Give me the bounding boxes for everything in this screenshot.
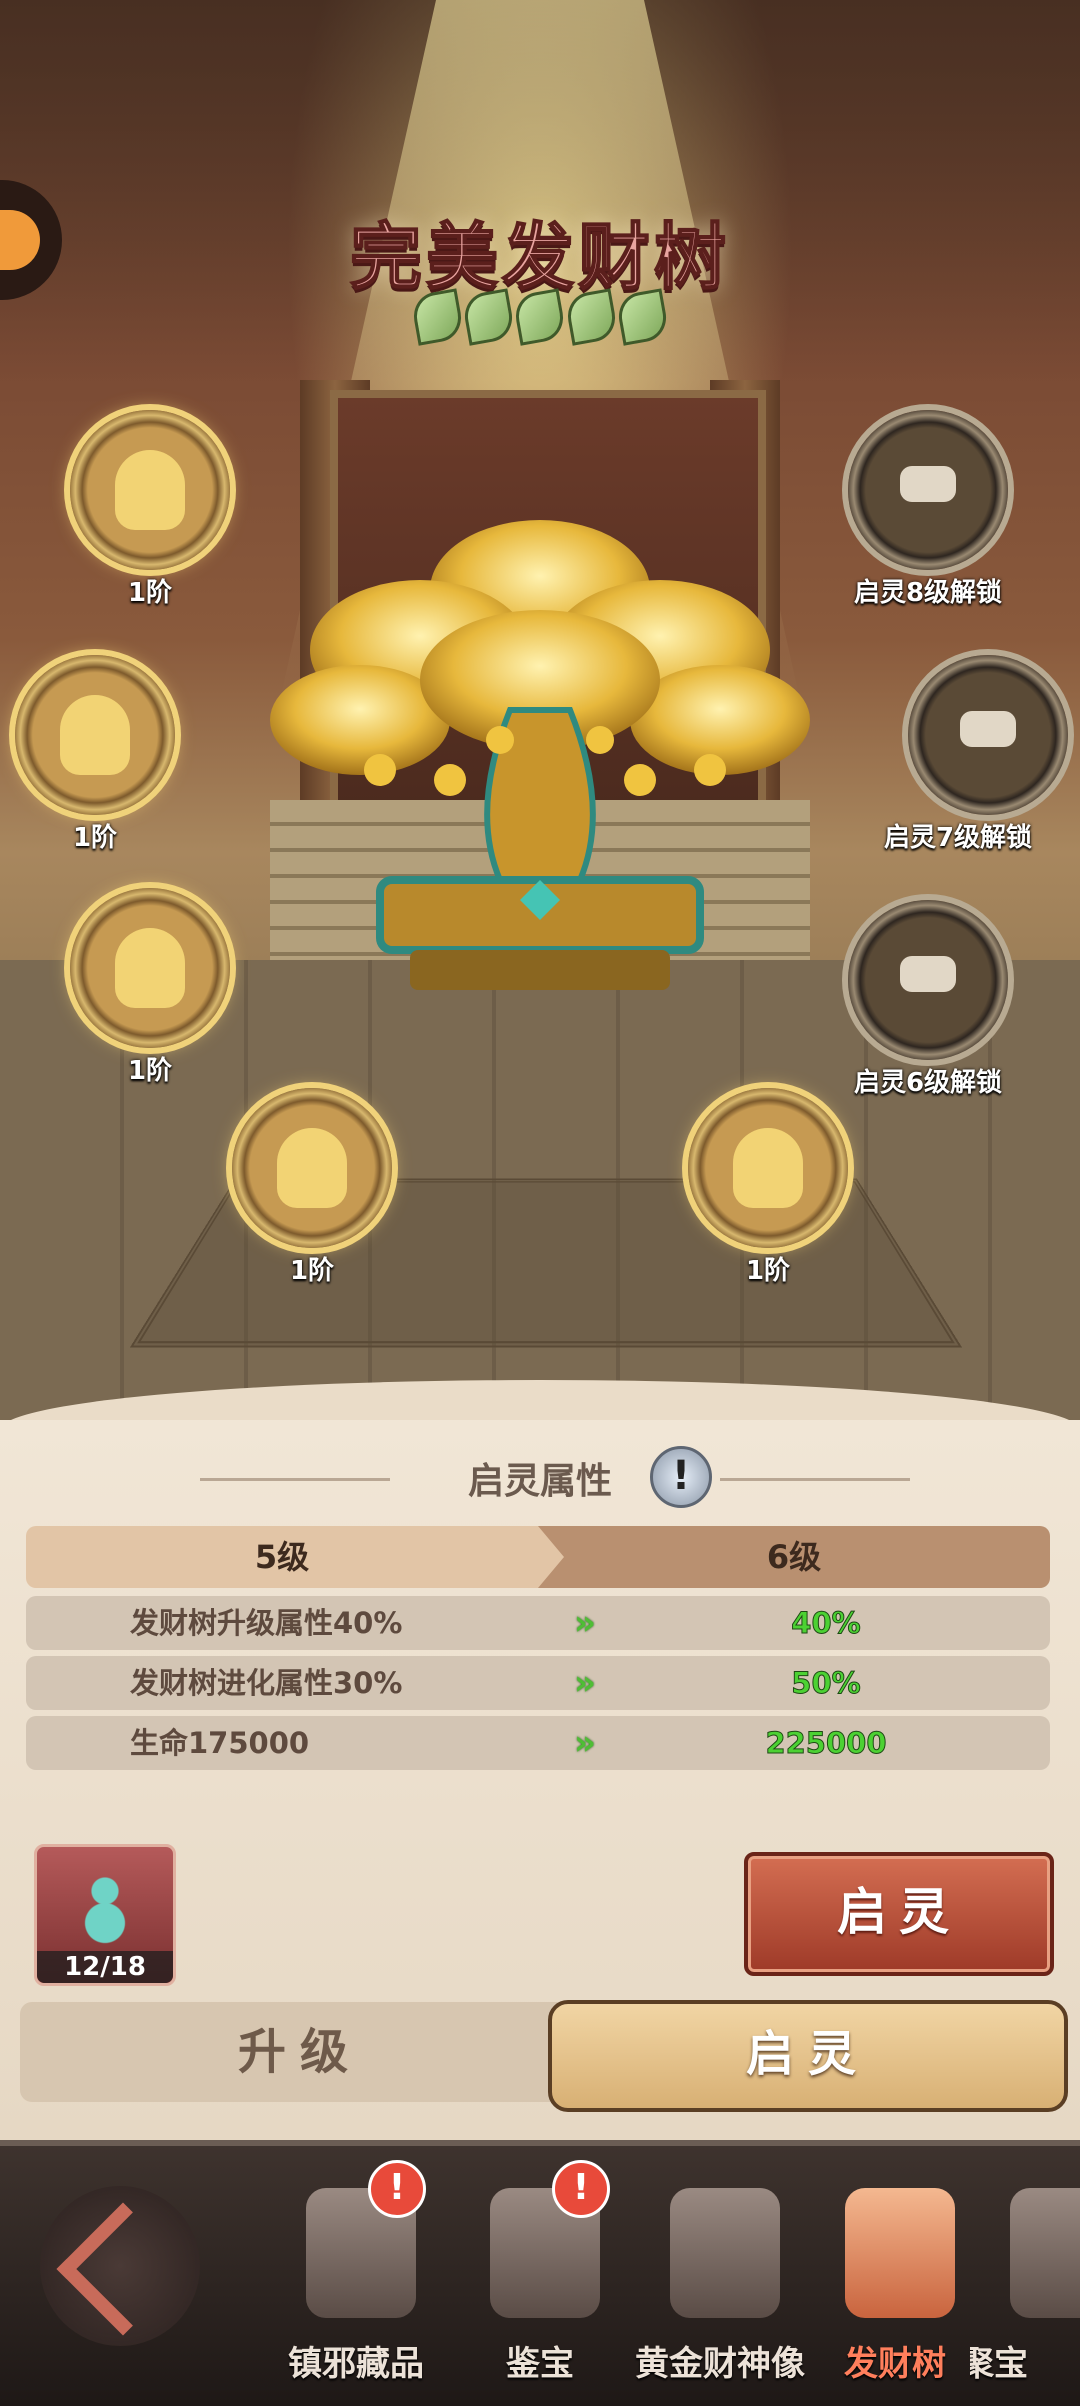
- slot-label: 1阶: [127, 578, 173, 608]
- spirit-slot-4[interactable]: 1阶: [232, 1088, 392, 1286]
- double-chevron-icon: »: [574, 1723, 596, 1763]
- attribute-next: 50%: [791, 1666, 861, 1701]
- current-level: 5级: [254, 1538, 310, 1576]
- material-count: 12/18: [37, 1951, 173, 1983]
- attribute-current: 发财树升级属性40%: [130, 1606, 403, 1640]
- nav-item-treasure[interactable]: 聚宝: [970, 2160, 1080, 2400]
- material-item[interactable]: 12/18: [34, 1844, 176, 1986]
- gourd-icon: [73, 1867, 137, 1947]
- alert-badge: !: [552, 2160, 610, 2218]
- nav-label: 聚宝: [970, 2344, 1028, 2384]
- double-chevron-icon: »: [574, 1663, 596, 1703]
- nav-item-money-tree[interactable]: 发财树: [795, 2160, 995, 2400]
- next-level: 6级: [766, 1538, 822, 1576]
- section-title: 启灵属性: [467, 1461, 612, 1502]
- spirit-slot-2[interactable]: 1阶: [15, 655, 175, 853]
- leaf-icon: [512, 288, 568, 346]
- spirit-meditation-icon: [115, 450, 185, 530]
- attribute-next: 40%: [791, 1606, 861, 1641]
- page-title: 完美发财树: [349, 214, 730, 300]
- lock-mask-icon: [900, 956, 956, 992]
- slot-label: 启灵7级解锁: [883, 823, 1033, 853]
- spirit-demon-icon: [115, 928, 185, 1008]
- spirit-lotus-icon: [277, 1128, 347, 1208]
- leaf-icon: [614, 288, 670, 346]
- spirit-slot-1[interactable]: 1阶: [70, 410, 230, 608]
- level-header: 5级 6级: [26, 1526, 1050, 1588]
- level-leaves: [410, 288, 670, 346]
- slot-label: 1阶: [127, 1056, 173, 1086]
- spirit-slot-locked-7[interactable]: 启灵7级解锁: [884, 655, 1068, 853]
- slot-label: 启灵8级解锁: [853, 578, 1003, 608]
- back-button[interactable]: [40, 2186, 200, 2346]
- attribute-current: 发财树进化属性30%: [130, 1666, 403, 1700]
- tree-icon: [845, 2188, 955, 2318]
- lock-mask-icon: [900, 466, 956, 502]
- slot-label: 启灵6级解锁: [853, 1068, 1003, 1098]
- slot-label: 1阶: [745, 1256, 791, 1286]
- tab-upgrade[interactable]: 升级: [20, 2002, 580, 2102]
- leaf-icon: [461, 288, 517, 346]
- spirit-slot-3[interactable]: 1阶: [70, 888, 230, 1086]
- spirit-twin-icon: [60, 695, 130, 775]
- attribute-next: 225000: [765, 1726, 887, 1761]
- leaf-icon: [563, 288, 619, 346]
- lock-mask-icon: [960, 711, 1016, 747]
- tab-awaken[interactable]: 启灵: [548, 2000, 1068, 2112]
- statue-icon: [670, 2188, 780, 2318]
- back-arrow-icon: [56, 2202, 190, 2336]
- spirit-joy-icon: [733, 1128, 803, 1208]
- attribute-row: 生命175000 » 225000: [26, 1716, 1050, 1770]
- spirit-slot-locked-8[interactable]: 启灵8级解锁: [848, 410, 1008, 608]
- money-tree[interactable]: [270, 480, 810, 1040]
- spirit-slot-locked-6[interactable]: 启灵6级解锁: [848, 900, 1008, 1098]
- slot-label: 1阶: [72, 823, 118, 853]
- info-icon[interactable]: !: [650, 1446, 712, 1508]
- treasure-pot-icon: [1010, 2188, 1080, 2318]
- attribute-row: 发财树升级属性40% » 40%: [26, 1596, 1050, 1650]
- double-chevron-icon: »: [574, 1603, 596, 1643]
- attribute-current: 生命175000: [130, 1726, 310, 1760]
- attribute-row: 发财树进化属性30% » 50%: [26, 1656, 1050, 1710]
- alert-badge: !: [368, 2160, 426, 2218]
- awaken-button[interactable]: 启灵: [744, 1852, 1054, 1976]
- slot-label: 1阶: [289, 1256, 335, 1286]
- spirit-slot-5[interactable]: 1阶: [688, 1088, 848, 1286]
- leaf-icon: [410, 288, 466, 346]
